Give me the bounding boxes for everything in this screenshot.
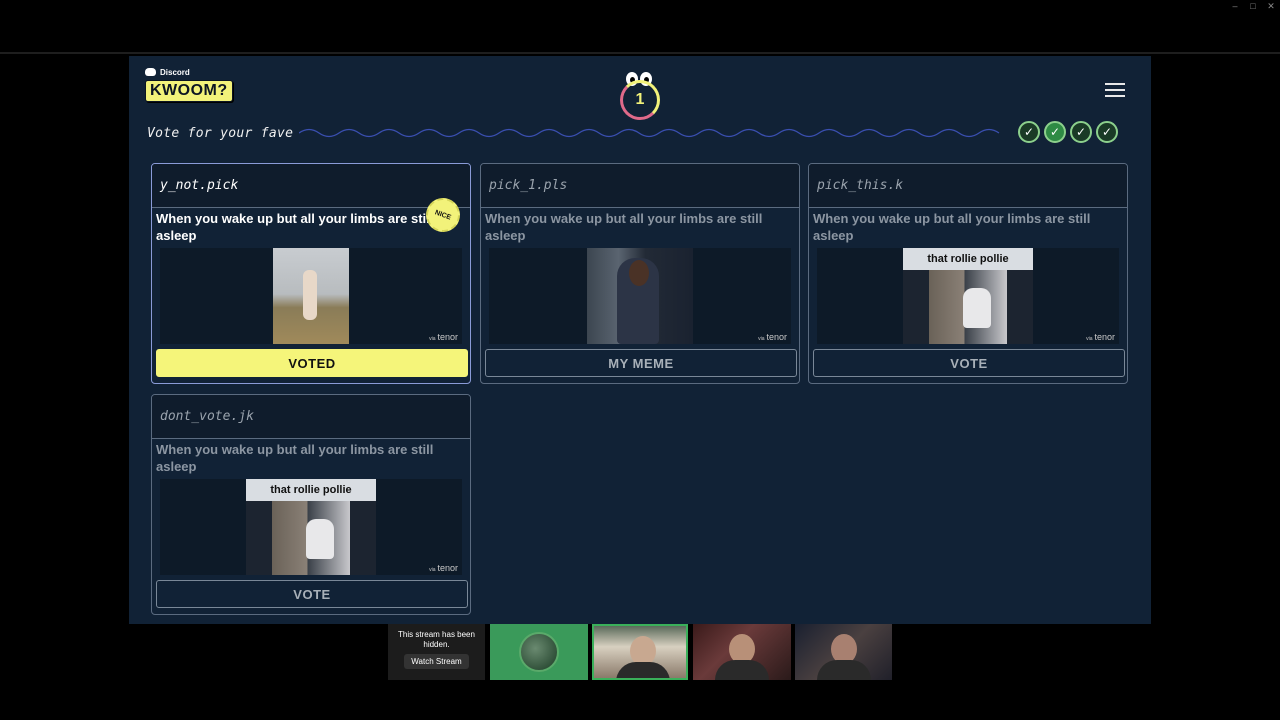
card-caption: When you wake up but all your limbs are … xyxy=(156,211,434,243)
discord-label: Discord xyxy=(145,66,233,78)
divider xyxy=(0,52,1280,54)
wave-divider xyxy=(299,128,1000,138)
menu-icon[interactable] xyxy=(1105,83,1125,97)
check-icon: ✓ xyxy=(1044,121,1066,143)
gif-image xyxy=(273,248,349,344)
meme-card: pick_1.pls When you wake up but all your… xyxy=(480,163,800,384)
voted-button[interactable]: VOTED xyxy=(156,349,468,377)
minimize-icon[interactable]: – xyxy=(1230,0,1240,12)
meme-card: dont_vote.jk When you wake up but all yo… xyxy=(151,394,471,615)
tenor-attribution: via tenor xyxy=(1086,332,1115,342)
vote-button[interactable]: VOTE xyxy=(156,580,468,608)
check-icon: ✓ xyxy=(1070,121,1092,143)
gif-text: that rollie pollie xyxy=(903,248,1033,270)
gif-image xyxy=(587,248,693,344)
round-number: 1 xyxy=(620,80,660,120)
player-status: ✓ ✓ ✓ ✓ xyxy=(1018,121,1118,143)
maximize-icon[interactable]: □ xyxy=(1248,0,1258,12)
avatar xyxy=(519,632,559,672)
card-caption: When you wake up but all your limbs are … xyxy=(156,442,434,474)
participant-video[interactable] xyxy=(795,624,892,680)
gif-preview: via tenor xyxy=(489,248,791,344)
gif-text: that rollie pollie xyxy=(246,479,376,501)
gif-image: that rollie pollie xyxy=(903,248,1033,344)
card-author: dont_vote.jk xyxy=(152,395,470,439)
watch-stream-button[interactable]: Watch Stream xyxy=(404,654,469,669)
gif-image: that rollie pollie xyxy=(246,479,376,575)
game-logo: KWOOM? xyxy=(145,80,233,102)
meme-card: y_not.pick When you wake up but all your… xyxy=(151,163,471,384)
card-author: y_not.pick xyxy=(152,164,470,208)
close-icon[interactable]: ✕ xyxy=(1266,0,1276,12)
tenor-attribution: via tenor xyxy=(429,563,458,573)
participant-video[interactable] xyxy=(693,624,791,680)
check-icon: ✓ xyxy=(1096,121,1118,143)
hidden-stream-tile: This stream has been hidden. Watch Strea… xyxy=(388,624,485,680)
card-caption: When you wake up but all your limbs are … xyxy=(813,211,1091,243)
hidden-stream-message: This stream has been hidden. xyxy=(398,630,475,649)
participant-avatar-tile[interactable] xyxy=(490,624,588,680)
window-controls: – □ ✕ xyxy=(1230,0,1276,12)
meme-card: pick_this.k When you wake up but all you… xyxy=(808,163,1128,384)
tenor-attribution: via tenor xyxy=(429,332,458,342)
game-frame: Discord KWOOM? 1 Vote for your fave ✓ ✓ … xyxy=(129,56,1151,624)
card-author: pick_this.k xyxy=(809,164,1127,208)
platform-name: Discord xyxy=(160,67,190,77)
discord-icon xyxy=(145,68,156,76)
brand: Discord KWOOM? xyxy=(145,66,233,102)
tenor-attribution: via tenor xyxy=(758,332,787,342)
card-caption: When you wake up but all your limbs are … xyxy=(485,211,763,243)
prompt-text: Vote for your fave xyxy=(147,126,294,141)
gif-preview: that rollie pollie via tenor xyxy=(160,479,462,575)
card-author: pick_1.pls xyxy=(481,164,799,208)
participant-video[interactable] xyxy=(592,624,688,680)
vote-button[interactable]: VOTE xyxy=(813,349,1125,377)
gif-preview: that rollie pollie via tenor xyxy=(817,248,1119,344)
round-indicator: 1 xyxy=(620,70,660,120)
gif-preview: via tenor xyxy=(160,248,462,344)
my-meme-button[interactable]: MY MEME xyxy=(485,349,797,377)
check-icon: ✓ xyxy=(1018,121,1040,143)
